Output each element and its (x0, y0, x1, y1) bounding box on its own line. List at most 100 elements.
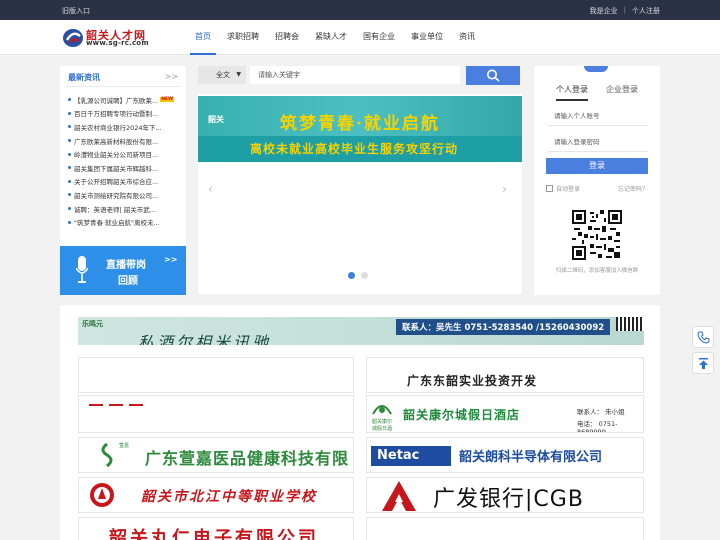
news-more-link[interactable]: >> (165, 72, 178, 81)
bullet-icon (68, 193, 71, 197)
ad-banner[interactable]: 乐鸣元 私酒尔相米讯驰 联系人：吴先生 0751-5283540 /152604… (78, 317, 644, 345)
nav-jobs[interactable]: 求职招聘 (222, 20, 264, 55)
ad-banner[interactable]: 广发银行|CGB (366, 477, 644, 513)
search-type-select[interactable]: 全文 ▼ (198, 66, 246, 84)
ad-banner[interactable]: 韶关康尔城假日酒店 韶关康尔城假日酒店 联系人： 朱小姐 电话： 0751-86… (366, 395, 644, 433)
list-item[interactable]: 韶关市测绘研究院有限公司... (68, 188, 180, 202)
tab-company-login[interactable]: 企业登录 (606, 84, 638, 95)
search-input[interactable] (250, 66, 460, 84)
top-bar: 旧版入口 我是企业 | 个人注册 (0, 0, 720, 20)
qr-caption: 扫描二维码，添加客服加入微信群 (555, 268, 639, 274)
list-item[interactable]: 【乳源公司诚聘】广东欧莱... NEW (68, 93, 180, 107)
ad-banner[interactable] (78, 395, 354, 433)
ad1-logo: 乐鸣元 (82, 320, 103, 328)
list-item[interactable]: 诚聘：英语老师| 韶关市武... (68, 202, 180, 216)
bullet-icon (68, 166, 71, 170)
list-item[interactable]: 岭澧物业韶关分公司新项目... (68, 147, 180, 161)
ad-banner[interactable]: 韶关丸仁电子有限公司 (78, 517, 354, 540)
school-emblem-icon (90, 483, 114, 507)
ad10-text: 韶关丸仁电子有限公司 (109, 528, 319, 540)
ad-banner[interactable]: 广东东韶实业投资开发 (366, 357, 644, 393)
arrow-up-icon (699, 358, 708, 369)
old-version-link[interactable]: 旧版入口 (62, 6, 90, 16)
login-panel: 个人登录 企业登录 登录 自动登录 忘记密码？ 扫描二维码，添加客服加入微信群 (534, 66, 660, 295)
list-item[interactable]: 韶关农村商业银行2024年下... (68, 120, 180, 134)
slider-dots (348, 272, 368, 279)
search-icon (487, 69, 500, 82)
header: 韶关人才网 www.sg-rc.com 首页 求职招聘 招聘会 紧缺人才 国有企… (0, 20, 720, 55)
slider-prev-button[interactable]: ‹ (208, 182, 213, 196)
list-item[interactable]: 韶关集团下属韶关市辉越科... (68, 161, 180, 175)
nav-public-institution[interactable]: 事业单位 (406, 20, 448, 55)
nav-news[interactable]: 资讯 (454, 20, 480, 55)
panel-notch (584, 66, 608, 72)
banner-title: 筑梦青春·就业启航 (280, 114, 440, 134)
auto-login-checkbox[interactable]: 自动登录 (546, 184, 580, 193)
search-button[interactable] (466, 66, 520, 85)
account-field[interactable] (548, 106, 648, 126)
news-title: 最新资讯 (68, 73, 100, 82)
company-link[interactable]: 我是企业 (590, 6, 618, 16)
microphone-icon (76, 256, 88, 283)
back-to-top-button[interactable] (692, 352, 714, 374)
bullet-icon (68, 111, 71, 115)
bullet-icon (68, 125, 71, 129)
ad4-decor (129, 404, 143, 406)
nav-state-owned[interactable]: 国有企业 (358, 20, 400, 55)
qr-code-icon (616, 317, 644, 331)
bullet-icon (68, 207, 71, 211)
nav-job-fair[interactable]: 招聘会 (270, 20, 304, 55)
live-line1: 直播带岗 (106, 260, 146, 271)
personal-register-link[interactable]: 个人注册 (632, 6, 660, 16)
list-item[interactable]: 百日千万招聘专项行动暨制... (68, 107, 180, 121)
nav-shortage-talent[interactable]: 紧缺人才 (310, 20, 352, 55)
site-logo[interactable]: 韶关人才网 www.sg-rc.com (62, 26, 152, 50)
ad5-phone: 电话： 0751-8689999 (577, 420, 618, 433)
divider (66, 86, 180, 87)
search-type-value: 全文 (216, 71, 230, 79)
ads-section: 乐鸣元 私酒尔相米讯驰 联系人：吴先生 0751-5283540 /152604… (60, 305, 660, 540)
ad4-decor (89, 404, 103, 406)
separator: | (623, 6, 626, 14)
ad9-text: 广发银行|CGB (433, 487, 584, 512)
checkbox-icon (546, 185, 553, 192)
list-item[interactable]: 关于公开招聘韶关市综合应... (68, 175, 180, 189)
ad-banner[interactable]: 萱嘉 广东萱嘉医品健康科技有限公司 (78, 437, 354, 473)
list-item[interactable]: 广东欧莱高新材料股份有限... (68, 134, 180, 148)
ad6-text: 广东萱嘉医品健康科技有限公司 (145, 449, 350, 468)
slider-dot[interactable] (361, 272, 368, 279)
ad-banner[interactable] (366, 517, 644, 540)
bullet-icon (68, 139, 71, 143)
live-line2: 回顾 (118, 276, 138, 287)
banner-slider: 韶关 筑梦青春·就业启航 离校未就业高校毕业生服务攻坚行动 ‹ › (198, 94, 522, 294)
nav-home[interactable]: 首页 (190, 20, 216, 55)
banner-subtitle: 离校未就业高校毕业生服务攻坚行动 (250, 142, 459, 156)
tab-personal-login[interactable]: 个人登录 (556, 84, 588, 101)
news-list: 【乳源公司诚聘】广东欧莱... NEW 百日千万招聘专项行动暨制... 韶关农村商… (68, 93, 180, 229)
logo-mark-icon (63, 29, 83, 47)
ad5-contact: 联系人： 朱小姐 (577, 408, 625, 416)
main-nav: 首页 求职招聘 招聘会 紧缺人才 国有企业 事业单位 资讯 (190, 20, 486, 55)
forgot-password-link[interactable]: 忘记密码？ (618, 184, 648, 193)
ad6-logo-text: 萱嘉 (119, 443, 130, 449)
ad5-text: 韶关康尔城假日酒店 (403, 408, 521, 422)
ad4-decor (109, 404, 123, 406)
list-item[interactable]: "筑梦青春·就业启航"离校未... (68, 215, 180, 229)
top-right-links: 我是企业 | 个人注册 (590, 6, 660, 16)
ad-banner[interactable]: Netac 韶关朗科半导体有限公司 (366, 437, 644, 473)
banner-image[interactable]: 韶关 筑梦青春·就业启航 离校未就业高校毕业生服务攻坚行动 (198, 96, 522, 162)
search-bar: 全文 ▼ (198, 66, 522, 85)
password-field[interactable] (548, 132, 648, 152)
slider-dot[interactable] (348, 272, 355, 279)
ad-banner[interactable]: 韶关市北江中等职业学校 (78, 477, 354, 513)
live-replay-button[interactable]: 直播带岗 回顾 >> (60, 246, 186, 295)
login-button[interactable]: 登录 (546, 158, 648, 174)
ad1-phone: 联系人：吴先生 0751-5283540 /15260430092 (396, 319, 611, 335)
ad3-text: 广东东韶实业投资开发 (407, 374, 538, 388)
slider-next-button[interactable]: › (502, 182, 507, 196)
ad-banner[interactable] (78, 357, 354, 393)
live-arrow: >> (164, 255, 178, 264)
phone-float-button[interactable] (692, 326, 714, 348)
banner-badge: 韶关 (208, 115, 224, 124)
ad8-text: 韶关市北江中等职业学校 (141, 489, 317, 505)
